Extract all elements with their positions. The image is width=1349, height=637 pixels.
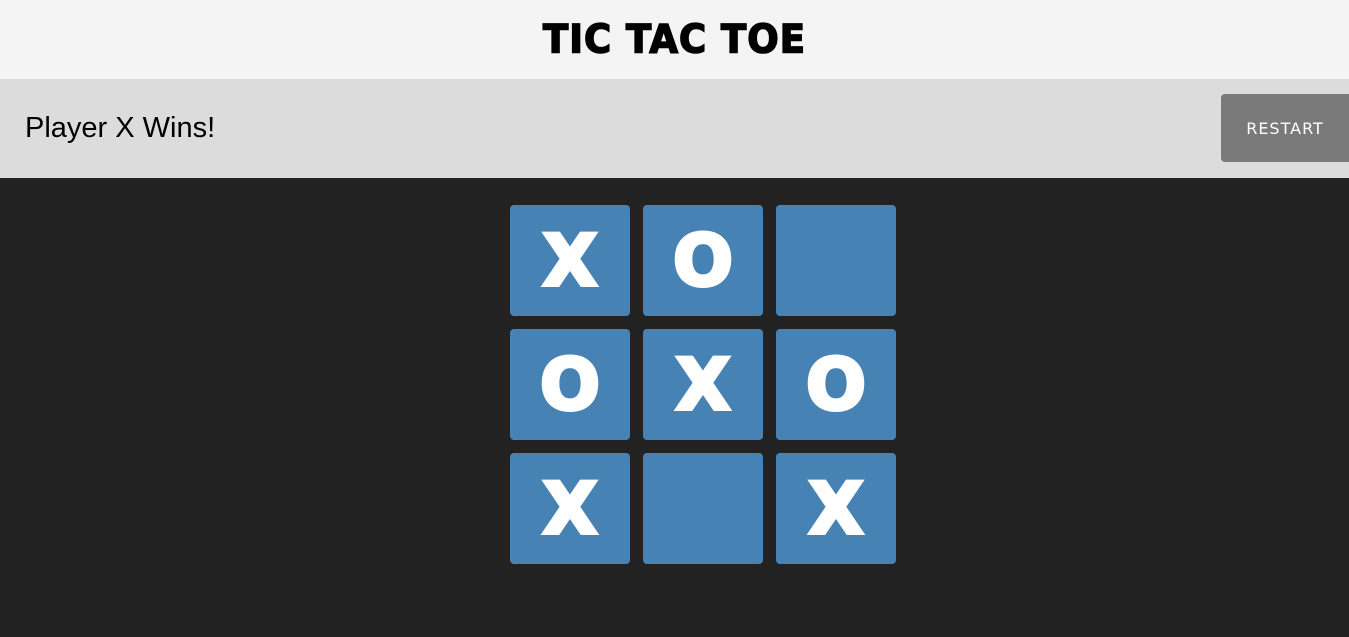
cell-mark: O <box>671 219 734 302</box>
cell-mark: X <box>541 467 599 550</box>
board-cell-3[interactable] <box>776 205 896 316</box>
board-cell-8[interactable] <box>643 453 763 564</box>
board-cell-7[interactable]: X <box>510 453 630 564</box>
status-message: Player X Wins! <box>25 112 216 144</box>
header: TIC TAC TOE <box>0 0 1349 79</box>
board-cell-6[interactable]: O <box>776 329 896 440</box>
board-cell-2[interactable]: O <box>643 205 763 316</box>
cell-mark: X <box>807 467 865 550</box>
game-title: TIC TAC TOE <box>542 16 807 63</box>
board-cell-5[interactable]: X <box>643 329 763 440</box>
board-cell-1[interactable]: X <box>510 205 630 316</box>
cell-mark: X <box>541 219 599 302</box>
board-cell-4[interactable]: O <box>510 329 630 440</box>
cell-mark: O <box>538 343 601 426</box>
cell-mark: X <box>674 343 732 426</box>
cell-mark: O <box>804 343 867 426</box>
game-board: X O O X O X X <box>510 205 896 564</box>
board-cell-9[interactable]: X <box>776 453 896 564</box>
restart-button[interactable]: RESTART <box>1221 94 1349 162</box>
status-bar: Player X Wins! RESTART <box>0 79 1349 178</box>
